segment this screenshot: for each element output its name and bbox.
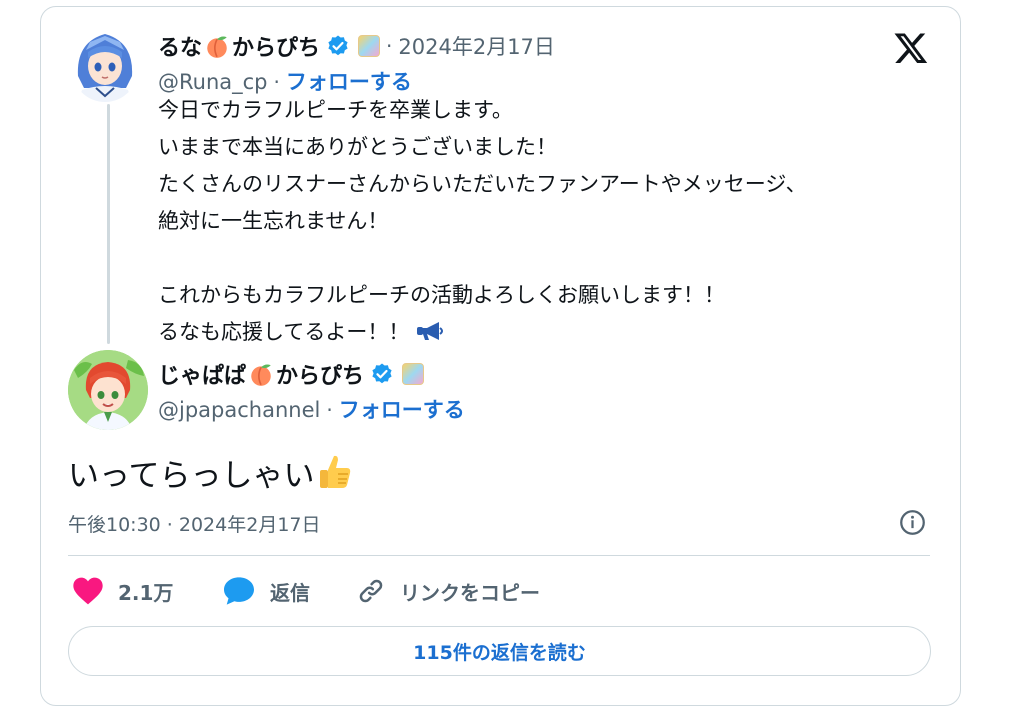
like-count: 2.1万 bbox=[118, 580, 174, 605]
link-icon bbox=[359, 579, 383, 603]
reply-text-body: いってらっしゃい bbox=[68, 458, 315, 494]
read-replies-button[interactable]: 115件の返信を読む bbox=[68, 626, 931, 676]
quoted-tweet-text: 今日でカラフルピーチを卒業します。 いままで本当にありがとうございました！ たく… bbox=[158, 92, 807, 351]
reply-tweet-text: いってらっしゃい bbox=[68, 450, 354, 495]
quoted-name-part2: からぴち bbox=[232, 36, 321, 61]
copy-link-button[interactable]: リンクをコピー bbox=[356, 574, 540, 608]
peach-icon bbox=[207, 36, 227, 58]
separator-dot: · bbox=[386, 34, 393, 58]
heart-icon bbox=[73, 577, 103, 605]
quoted-author-row: るな からぴち · 2024年2月17日 bbox=[158, 30, 555, 62]
reply-author-name[interactable]: じゃぱぱ からぴち bbox=[158, 358, 364, 390]
like-button[interactable]: 2.1万 bbox=[72, 574, 173, 608]
verified-badge-icon bbox=[328, 35, 348, 56]
reply-label: 返信 bbox=[270, 580, 310, 605]
follow-button-runa[interactable]: フォローする bbox=[286, 70, 412, 94]
megaphone-icon bbox=[417, 322, 444, 340]
reply-bubble-icon bbox=[224, 577, 254, 605]
separator-dot: · bbox=[326, 398, 333, 422]
thread-connector-line bbox=[107, 104, 110, 344]
reply-handle[interactable]: @jpapachannel bbox=[158, 398, 320, 422]
affiliate-badge-icon[interactable] bbox=[358, 35, 381, 57]
reply-button[interactable]: 返信 bbox=[222, 574, 310, 608]
follow-button-jpapa[interactable]: フォローする bbox=[339, 398, 465, 422]
quoted-handle[interactable]: @Runa_cp bbox=[158, 70, 268, 94]
quoted-text-body: 今日でカラフルピーチを卒業します。 いままで本当にありがとうございました！ たく… bbox=[158, 98, 807, 344]
reply-author-row: じゃぱぱ からぴち bbox=[158, 358, 425, 390]
avatar-jpapa[interactable] bbox=[68, 350, 148, 430]
reply-timestamp[interactable]: 午後10:30 · 2024年2月17日 bbox=[68, 510, 321, 537]
separator-dot: · bbox=[273, 70, 280, 94]
copy-link-label: リンクをコピー bbox=[400, 580, 540, 605]
quoted-name-part1: るな bbox=[158, 36, 203, 61]
reply-name-part1: じゃぱぱ bbox=[158, 364, 247, 389]
reply-handle-row: @jpapachannel · フォローする bbox=[158, 394, 465, 424]
info-icon[interactable] bbox=[899, 509, 926, 536]
read-replies-label: 115件の返信を読む bbox=[413, 641, 586, 664]
verified-badge-icon bbox=[372, 363, 392, 384]
x-logo-icon[interactable] bbox=[892, 30, 930, 66]
avatar-runa[interactable] bbox=[72, 28, 138, 102]
reply-name-part2: からぴち bbox=[276, 364, 365, 389]
peach-icon bbox=[251, 364, 271, 386]
affiliate-badge-icon[interactable] bbox=[402, 363, 425, 385]
quoted-date[interactable]: 2024年2月17日 bbox=[398, 31, 555, 61]
quoted-author-name[interactable]: るな からぴち bbox=[158, 30, 320, 62]
divider bbox=[68, 555, 930, 556]
thumbs-up-icon bbox=[320, 455, 351, 488]
